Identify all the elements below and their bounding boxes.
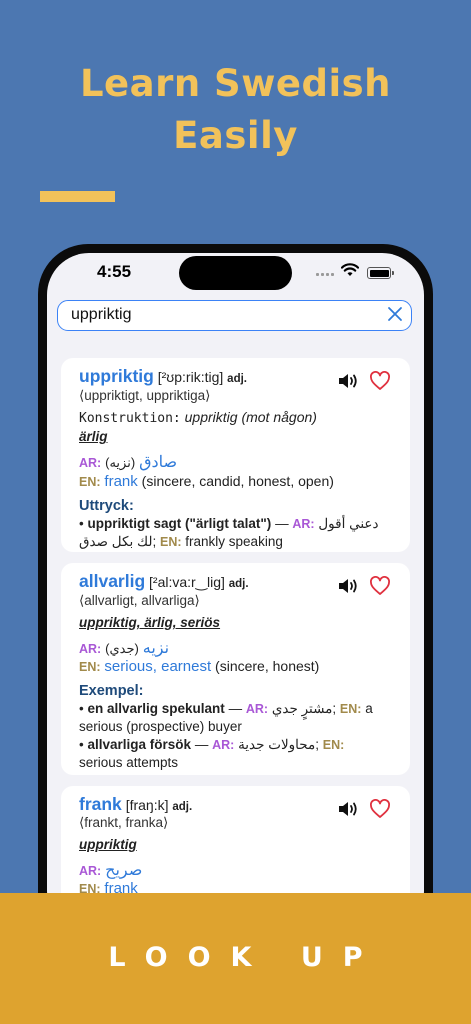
ar-secondary: (جدي) <box>105 641 139 656</box>
part-of-speech: adj. <box>227 373 247 385</box>
entry-card[interactable]: uppriktig [²ʊp:rik:tig] adj. ⟨uppriktigt… <box>61 358 410 552</box>
accent-bar <box>40 191 115 202</box>
example-line: لك بكل صدق; EN: frankly speaking <box>79 534 283 549</box>
example-line: • en allvarlig spekulant — AR: مشترٍ جدي… <box>79 701 373 716</box>
headword: frank <box>79 794 122 814</box>
headword: uppriktig <box>79 366 154 386</box>
section-title: Uttryck: <box>79 498 134 514</box>
synonyms[interactable]: uppriktig, ärlig, seriös <box>79 615 220 630</box>
headword: allvarlig <box>79 571 146 591</box>
headline-line-2: Easily <box>173 114 298 157</box>
battery-icon <box>367 267 394 279</box>
dynamic-island <box>179 256 292 290</box>
ar-translation: صادق <box>139 454 178 471</box>
heart-icon[interactable] <box>369 576 391 596</box>
inflections: ⟨uppriktigt, uppriktiga⟩ <box>79 388 211 403</box>
synonyms[interactable]: uppriktig <box>79 837 137 852</box>
construction-label: Konstruktion: <box>79 411 181 426</box>
inflections: ⟨allvarligt, allvarliga⟩ <box>79 593 200 608</box>
headline-line-1: Learn Swedish <box>79 62 392 105</box>
pronunciation: [fraŋ:k] <box>125 797 169 813</box>
speaker-icon[interactable] <box>337 576 359 596</box>
example-line: • allvarliga försök — AR: محاولات جدية; … <box>79 737 345 752</box>
heart-icon[interactable] <box>369 371 391 391</box>
signal-icon <box>316 273 334 276</box>
heart-icon[interactable] <box>369 799 391 819</box>
en-translation: serious, earnest <box>104 658 212 675</box>
speaker-icon[interactable] <box>337 371 359 391</box>
part-of-speech: adj. <box>228 578 249 590</box>
ar-label: AR: <box>79 864 102 878</box>
inflections: ⟨frankt, franka⟩ <box>79 815 169 830</box>
pronunciation: [²al:va:r‿lig] <box>149 574 225 590</box>
part-of-speech: adj. <box>172 801 193 813</box>
ar-secondary: (نزيه) <box>105 455 136 470</box>
ar-label: AR: <box>79 642 102 656</box>
phone-screen: 4:55 uppriktig uppriktig [²ʊp:rik:tig] a… <box>47 253 424 933</box>
en-label: EN: <box>79 660 101 674</box>
entry-card[interactable]: allvarlig [²al:va:r‿lig] adj. ⟨allvarlig… <box>61 563 410 775</box>
synonyms[interactable]: ärlig <box>79 429 108 444</box>
look-up-label[interactable]: LOOK UP <box>0 942 471 973</box>
wifi-icon <box>341 263 359 276</box>
ar-translation: نزيه <box>142 640 170 657</box>
example-line: serious attempts <box>79 755 179 770</box>
search-field[interactable]: uppriktig <box>57 300 412 331</box>
example-line: serious (prospective) buyer <box>79 719 242 734</box>
en-gloss: (sincere, honest) <box>215 658 320 674</box>
example-line: • uppriktigt sagt ("ärligt talat") — AR:… <box>79 516 379 531</box>
pronunciation: [²ʊp:rik:tig] <box>157 369 224 385</box>
en-gloss: (sincere, candid, honest, open) <box>141 473 334 489</box>
construction-value: uppriktig (mot någon) <box>184 409 317 425</box>
search-input[interactable]: uppriktig <box>71 306 131 324</box>
ar-label: AR: <box>79 456 102 470</box>
section-title: Exempel: <box>79 683 144 699</box>
close-icon[interactable] <box>387 306 403 322</box>
status-time: 4:55 <box>97 262 132 281</box>
headline: Learn Swedish Easily <box>0 58 471 162</box>
speaker-icon[interactable] <box>337 799 359 819</box>
en-label: EN: <box>79 475 101 489</box>
ar-translation: صريح <box>105 862 143 879</box>
en-translation: frank <box>104 473 138 490</box>
